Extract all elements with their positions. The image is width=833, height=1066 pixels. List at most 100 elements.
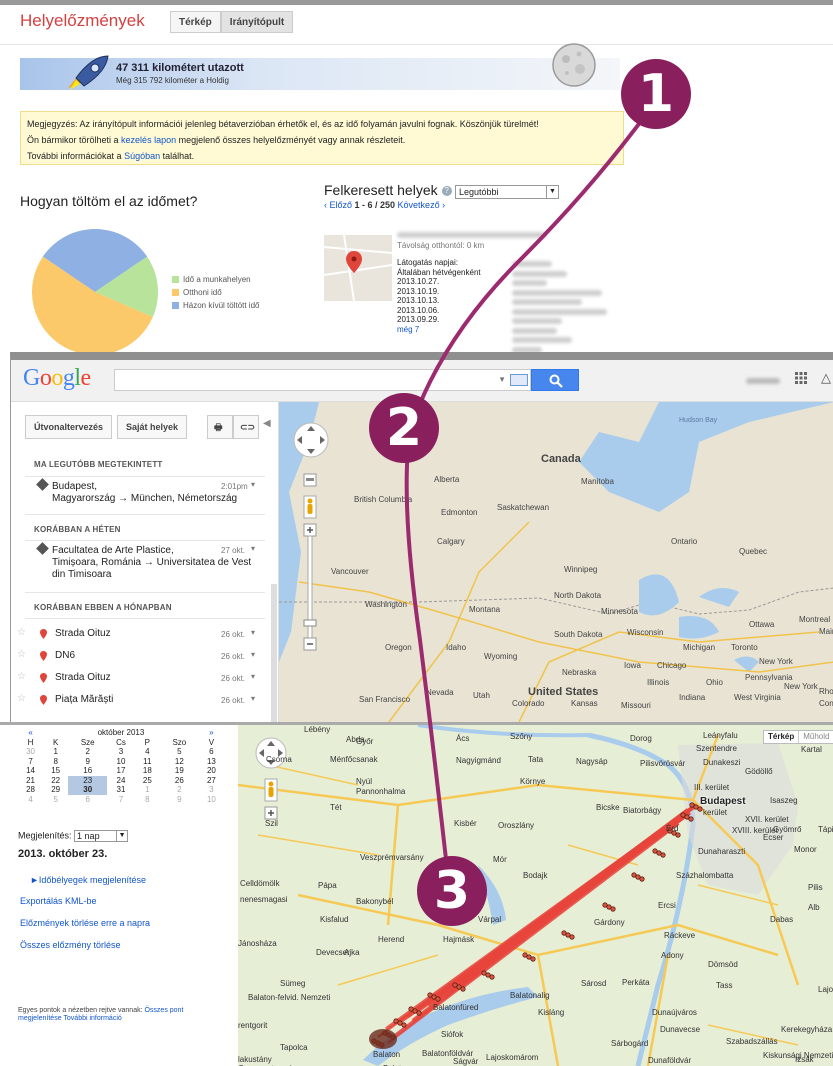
calendar-day[interactable]: 15: [43, 766, 68, 776]
calendar-day[interactable]: 17: [107, 766, 135, 776]
map-label-janos: Jánosháza: [238, 939, 277, 948]
more-info-link[interactable]: További információ: [62, 1015, 121, 1022]
pegman-icon[interactable]: [303, 495, 317, 519]
calendar-day[interactable]: 2: [68, 747, 107, 757]
month-route-item[interactable]: DN6: [55, 650, 75, 662]
satellite-view-button[interactable]: Műhold: [798, 731, 833, 743]
calendar-day[interactable]: 3: [107, 747, 135, 757]
calendar-day[interactable]: 14: [18, 766, 43, 776]
tab-map[interactable]: Térkép: [170, 11, 221, 33]
sort-select[interactable]: Legutóbbi ▼: [455, 185, 559, 199]
show-timestamps-link[interactable]: ►Időbélyegek megjelenítése: [30, 875, 146, 885]
my-places-button[interactable]: Saját helyek: [117, 415, 188, 439]
google-logo[interactable]: Google: [23, 365, 91, 392]
notification-bell-icon[interactable]: △: [821, 370, 831, 386]
calendar-day[interactable]: 19: [160, 766, 199, 776]
north-america-map[interactable]: Hudson Bay Canada Alberta Manitoba British C…: [279, 402, 833, 722]
star-icon[interactable]: ☆: [17, 693, 26, 704]
week-route-item[interactable]: Facultatea de Arte Plastice, Timișoara, R…: [36, 542, 251, 581]
calendar-day[interactable]: 8: [43, 757, 68, 767]
calendar-day[interactable]: 12: [160, 757, 199, 767]
track-point: [401, 1022, 407, 1028]
help-icon[interactable]: ?: [441, 186, 452, 197]
calendar-day[interactable]: 31: [107, 785, 135, 795]
calendar-day[interactable]: 9: [160, 795, 199, 805]
calendar-day[interactable]: 1: [135, 785, 160, 795]
place-map-thumbnail[interactable]: [324, 235, 392, 301]
chevron-down-icon[interactable]: ▾: [251, 650, 255, 659]
recent-route-item[interactable]: Budapest, Magyarország → München, Németor…: [36, 478, 237, 505]
more-link[interactable]: még 7: [397, 325, 419, 334]
map-label-nevada: Nevada: [426, 688, 454, 697]
prev-link[interactable]: ‹ Előző: [324, 200, 355, 210]
weekday-label: P: [144, 737, 150, 747]
delete-all-link[interactable]: Összes előzmény törlése: [20, 940, 121, 950]
calendar-day[interactable]: 28: [18, 785, 43, 795]
calendar-day[interactable]: 26: [160, 776, 199, 786]
calendar-day[interactable]: 11: [135, 757, 160, 767]
calendar-day[interactable]: 4: [135, 747, 160, 757]
link-icon[interactable]: ⊂⊃: [233, 415, 259, 439]
calendar-day[interactable]: 10: [107, 757, 135, 767]
next-month-button[interactable]: »: [199, 728, 224, 738]
calendar-day[interactable]: 1: [43, 747, 68, 757]
delete-day-link[interactable]: Előzmények törlése erre a napra: [20, 918, 150, 928]
month-route-item[interactable]: Strada Oituz: [55, 672, 111, 684]
calendar-day[interactable]: 8: [135, 795, 160, 805]
export-kml-link[interactable]: Exportálás KML-be: [20, 896, 97, 906]
calendar-day[interactable]: 6: [68, 795, 107, 805]
calendar-day[interactable]: 5: [160, 747, 199, 757]
calendar-day[interactable]: 22: [43, 776, 68, 786]
chevron-down-icon[interactable]: ▾: [251, 480, 255, 489]
calendar-day[interactable]: 2: [160, 785, 199, 795]
apps-grid-icon[interactable]: [795, 372, 807, 384]
chevron-down-icon[interactable]: ▾: [251, 672, 255, 681]
next-link[interactable]: Következő ›: [395, 200, 446, 210]
calendar-day[interactable]: 21: [18, 776, 43, 786]
star-icon[interactable]: ☆: [17, 627, 26, 638]
chevron-down-icon[interactable]: ▾: [251, 628, 255, 637]
calendar-day[interactable]: 30: [18, 747, 43, 757]
calendar-day[interactable]: 27: [199, 776, 224, 786]
search-input[interactable]: ▼: [114, 369, 531, 391]
calendar-day[interactable]: 4: [18, 795, 43, 805]
calendar-day[interactable]: 29: [43, 785, 68, 795]
chevron-down-icon[interactable]: ▼: [498, 375, 506, 384]
calendar-day[interactable]: 6: [199, 747, 224, 757]
help-link[interactable]: Súgóban: [124, 151, 160, 161]
chevron-down-icon[interactable]: ▾: [251, 544, 255, 553]
calendar-day[interactable]: 23: [68, 775, 108, 785]
map-view-button[interactable]: Térkép: [764, 731, 798, 743]
star-icon[interactable]: ☆: [17, 649, 26, 660]
calendar-day[interactable]: 16: [68, 766, 107, 776]
route-planner-button[interactable]: Útvonaltervezés: [25, 415, 113, 439]
prev-month-button[interactable]: «: [18, 728, 43, 738]
print-icon[interactable]: 🖶: [207, 415, 233, 439]
map-pan-control[interactable]: [293, 422, 329, 458]
calendar-day[interactable]: 30: [68, 785, 108, 795]
calendar-day[interactable]: 3: [199, 785, 224, 795]
keyboard-icon[interactable]: [510, 374, 528, 386]
star-icon[interactable]: ☆: [17, 671, 26, 682]
calendar-day[interactable]: 7: [107, 795, 135, 805]
manage-page-link[interactable]: kezelés lapon: [121, 135, 176, 145]
month-route-item[interactable]: Strada Oituz: [55, 628, 111, 640]
user-name-redacted[interactable]: [746, 375, 780, 387]
calendar-day[interactable]: 25: [135, 776, 160, 786]
sidebar-scrollbar[interactable]: [271, 584, 277, 722]
calendar-day[interactable]: 9: [68, 757, 107, 767]
display-range-select[interactable]: 1 nap ▼: [74, 830, 129, 842]
calendar-day[interactable]: 10: [199, 795, 224, 805]
month-route-item[interactable]: Piața Mărăști: [55, 694, 113, 706]
chevron-down-icon[interactable]: ▾: [251, 694, 255, 703]
calendar-day[interactable]: 24: [107, 776, 135, 786]
calendar-day[interactable]: 20: [199, 766, 224, 776]
search-button[interactable]: [531, 369, 579, 391]
calendar-day[interactable]: 7: [18, 757, 43, 767]
tab-dashboard[interactable]: Irányítópult: [220, 11, 294, 33]
collapse-panel-icon[interactable]: ◀: [263, 418, 271, 429]
calendar-day[interactable]: 18: [135, 766, 160, 776]
calendar-day[interactable]: 5: [43, 795, 68, 805]
calendar-day[interactable]: 13: [199, 757, 224, 767]
hungary-track-map[interactable]: Térkép Műhold Lébény Abda Győr Ács Szőny Doro…: [238, 725, 833, 1066]
